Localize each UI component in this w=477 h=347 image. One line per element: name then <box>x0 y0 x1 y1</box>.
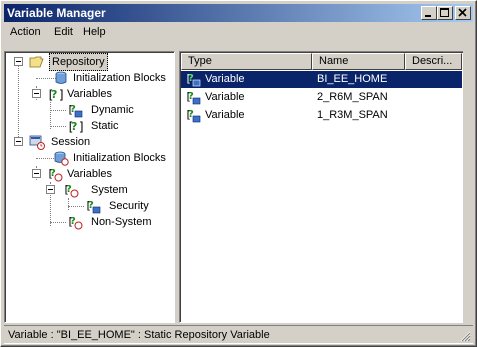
collapse-icon[interactable] <box>14 57 23 66</box>
tree-node-static[interactable]: [ ? ] Static <box>9 118 169 134</box>
collapse-icon[interactable] <box>14 137 23 146</box>
close-icon <box>458 8 467 17</box>
tree-label: Session <box>51 136 91 148</box>
tree-label: Dynamic <box>91 104 134 116</box>
tree-node-non-system[interactable]: [ ? Non-System <box>9 214 169 230</box>
row-name: 1_R3M_SPAN <box>317 109 388 121</box>
system-variable-icon: [ ? <box>63 183 79 198</box>
svg-text:]: ] <box>58 88 63 102</box>
static-variable-icon: [ ? ] <box>67 120 83 134</box>
static-variable-icon: [ ? <box>185 108 201 123</box>
session-variable-icon: [ ? <box>47 167 63 182</box>
static-variable-icon: [ ? <box>185 90 201 105</box>
tree-node-session[interactable]: Session <box>9 134 169 150</box>
tree-node-repository[interactable]: Repository <box>9 53 169 71</box>
menu-bar: Action Edit Help <box>4 24 473 42</box>
tree-label: Variables <box>67 168 113 180</box>
tree-node-repo-variables[interactable]: [ ? ] Variables <box>9 86 169 102</box>
tree-node-security[interactable]: [ ? Security <box>9 198 169 214</box>
status-text: Variable : "BI_EE_HOME" : Static Reposit… <box>8 329 270 341</box>
tree-node-system[interactable]: [ ? System <box>9 182 169 198</box>
row-name: 2_R6M_SPAN <box>317 91 388 103</box>
resize-grip-icon[interactable] <box>459 330 471 342</box>
tree-label: Non-System <box>91 216 152 228</box>
maximize-icon <box>440 8 449 17</box>
tree-label: Repository <box>49 53 108 71</box>
tree-label: Security <box>109 200 149 212</box>
minimize-icon <box>425 15 431 17</box>
session-init-block-icon <box>54 151 69 166</box>
tree-node-session-variables[interactable]: [ ? Variables <box>9 166 169 182</box>
svg-text:]: ] <box>78 120 83 134</box>
window-title: Variable Manager <box>7 6 106 20</box>
tree-node-repo-init-blocks[interactable]: Initialization Blocks <box>9 70 169 86</box>
pane-splitter[interactable] <box>175 51 178 323</box>
init-block-icon <box>55 71 67 84</box>
dynamic-variable-icon: [ ? <box>67 103 83 118</box>
minimize-button[interactable] <box>421 6 437 20</box>
variable-icon: [ ? ] <box>47 88 63 102</box>
right-scroll-gutter <box>463 51 472 323</box>
static-variable-icon: [ ? <box>185 72 201 87</box>
maximize-button[interactable] <box>437 6 453 20</box>
row-name: BI_EE_HOME <box>317 73 388 85</box>
svg-text:?: ? <box>51 88 57 101</box>
collapse-icon[interactable] <box>32 169 41 178</box>
list-header: Type Name Descri... <box>181 53 462 70</box>
menu-action[interactable]: Action <box>10 26 41 38</box>
non-system-variable-icon: [ ? <box>67 215 83 230</box>
variable-list[interactable]: Type Name Descri... [ ? Variable BI_EE_H… <box>179 51 464 323</box>
tree-label: Initialization Blocks <box>73 72 166 84</box>
row-type: Variable <box>205 91 245 103</box>
column-header-name[interactable]: Name <box>312 53 405 70</box>
row-type: Variable <box>205 109 245 121</box>
security-variable-icon: [ ? <box>85 199 101 214</box>
collapse-icon[interactable] <box>46 185 55 194</box>
variable-row[interactable]: [ ? Variable BI_EE_HOME <box>181 71 462 88</box>
tree-label: Variables <box>67 88 113 100</box>
close-button[interactable] <box>455 6 471 20</box>
variable-row[interactable]: [ ? Variable 1_R3M_SPAN <box>181 107 462 124</box>
menu-edit[interactable]: Edit <box>54 26 73 38</box>
status-bar: Variable : "BI_EE_HOME" : Static Reposit… <box>4 325 473 344</box>
row-type: Variable <box>205 73 245 85</box>
collapse-icon[interactable] <box>32 89 41 98</box>
title-bar[interactable]: Variable Manager <box>4 4 473 22</box>
tree-label: Initialization Blocks <box>73 152 166 164</box>
column-header-type[interactable]: Type <box>181 53 312 70</box>
svg-text:?: ? <box>71 120 77 133</box>
tree-pane[interactable]: Repository Initialization Blocks [ ? ] V… <box>4 51 175 323</box>
session-icon <box>29 135 45 150</box>
tree-node-dynamic[interactable]: [ ? Dynamic <box>9 102 169 118</box>
variable-manager-window: Variable Manager Action Edit Help Reposi… <box>0 0 477 347</box>
tree-node-session-init-blocks[interactable]: Initialization Blocks <box>9 150 169 166</box>
tree-label: Static <box>91 120 119 132</box>
folder-icon <box>29 56 44 68</box>
menu-help[interactable]: Help <box>83 26 106 38</box>
column-header-description[interactable]: Descri... <box>405 53 462 70</box>
variable-row[interactable]: [ ? Variable 2_R6M_SPAN <box>181 89 462 106</box>
tree-label: System <box>91 184 128 196</box>
